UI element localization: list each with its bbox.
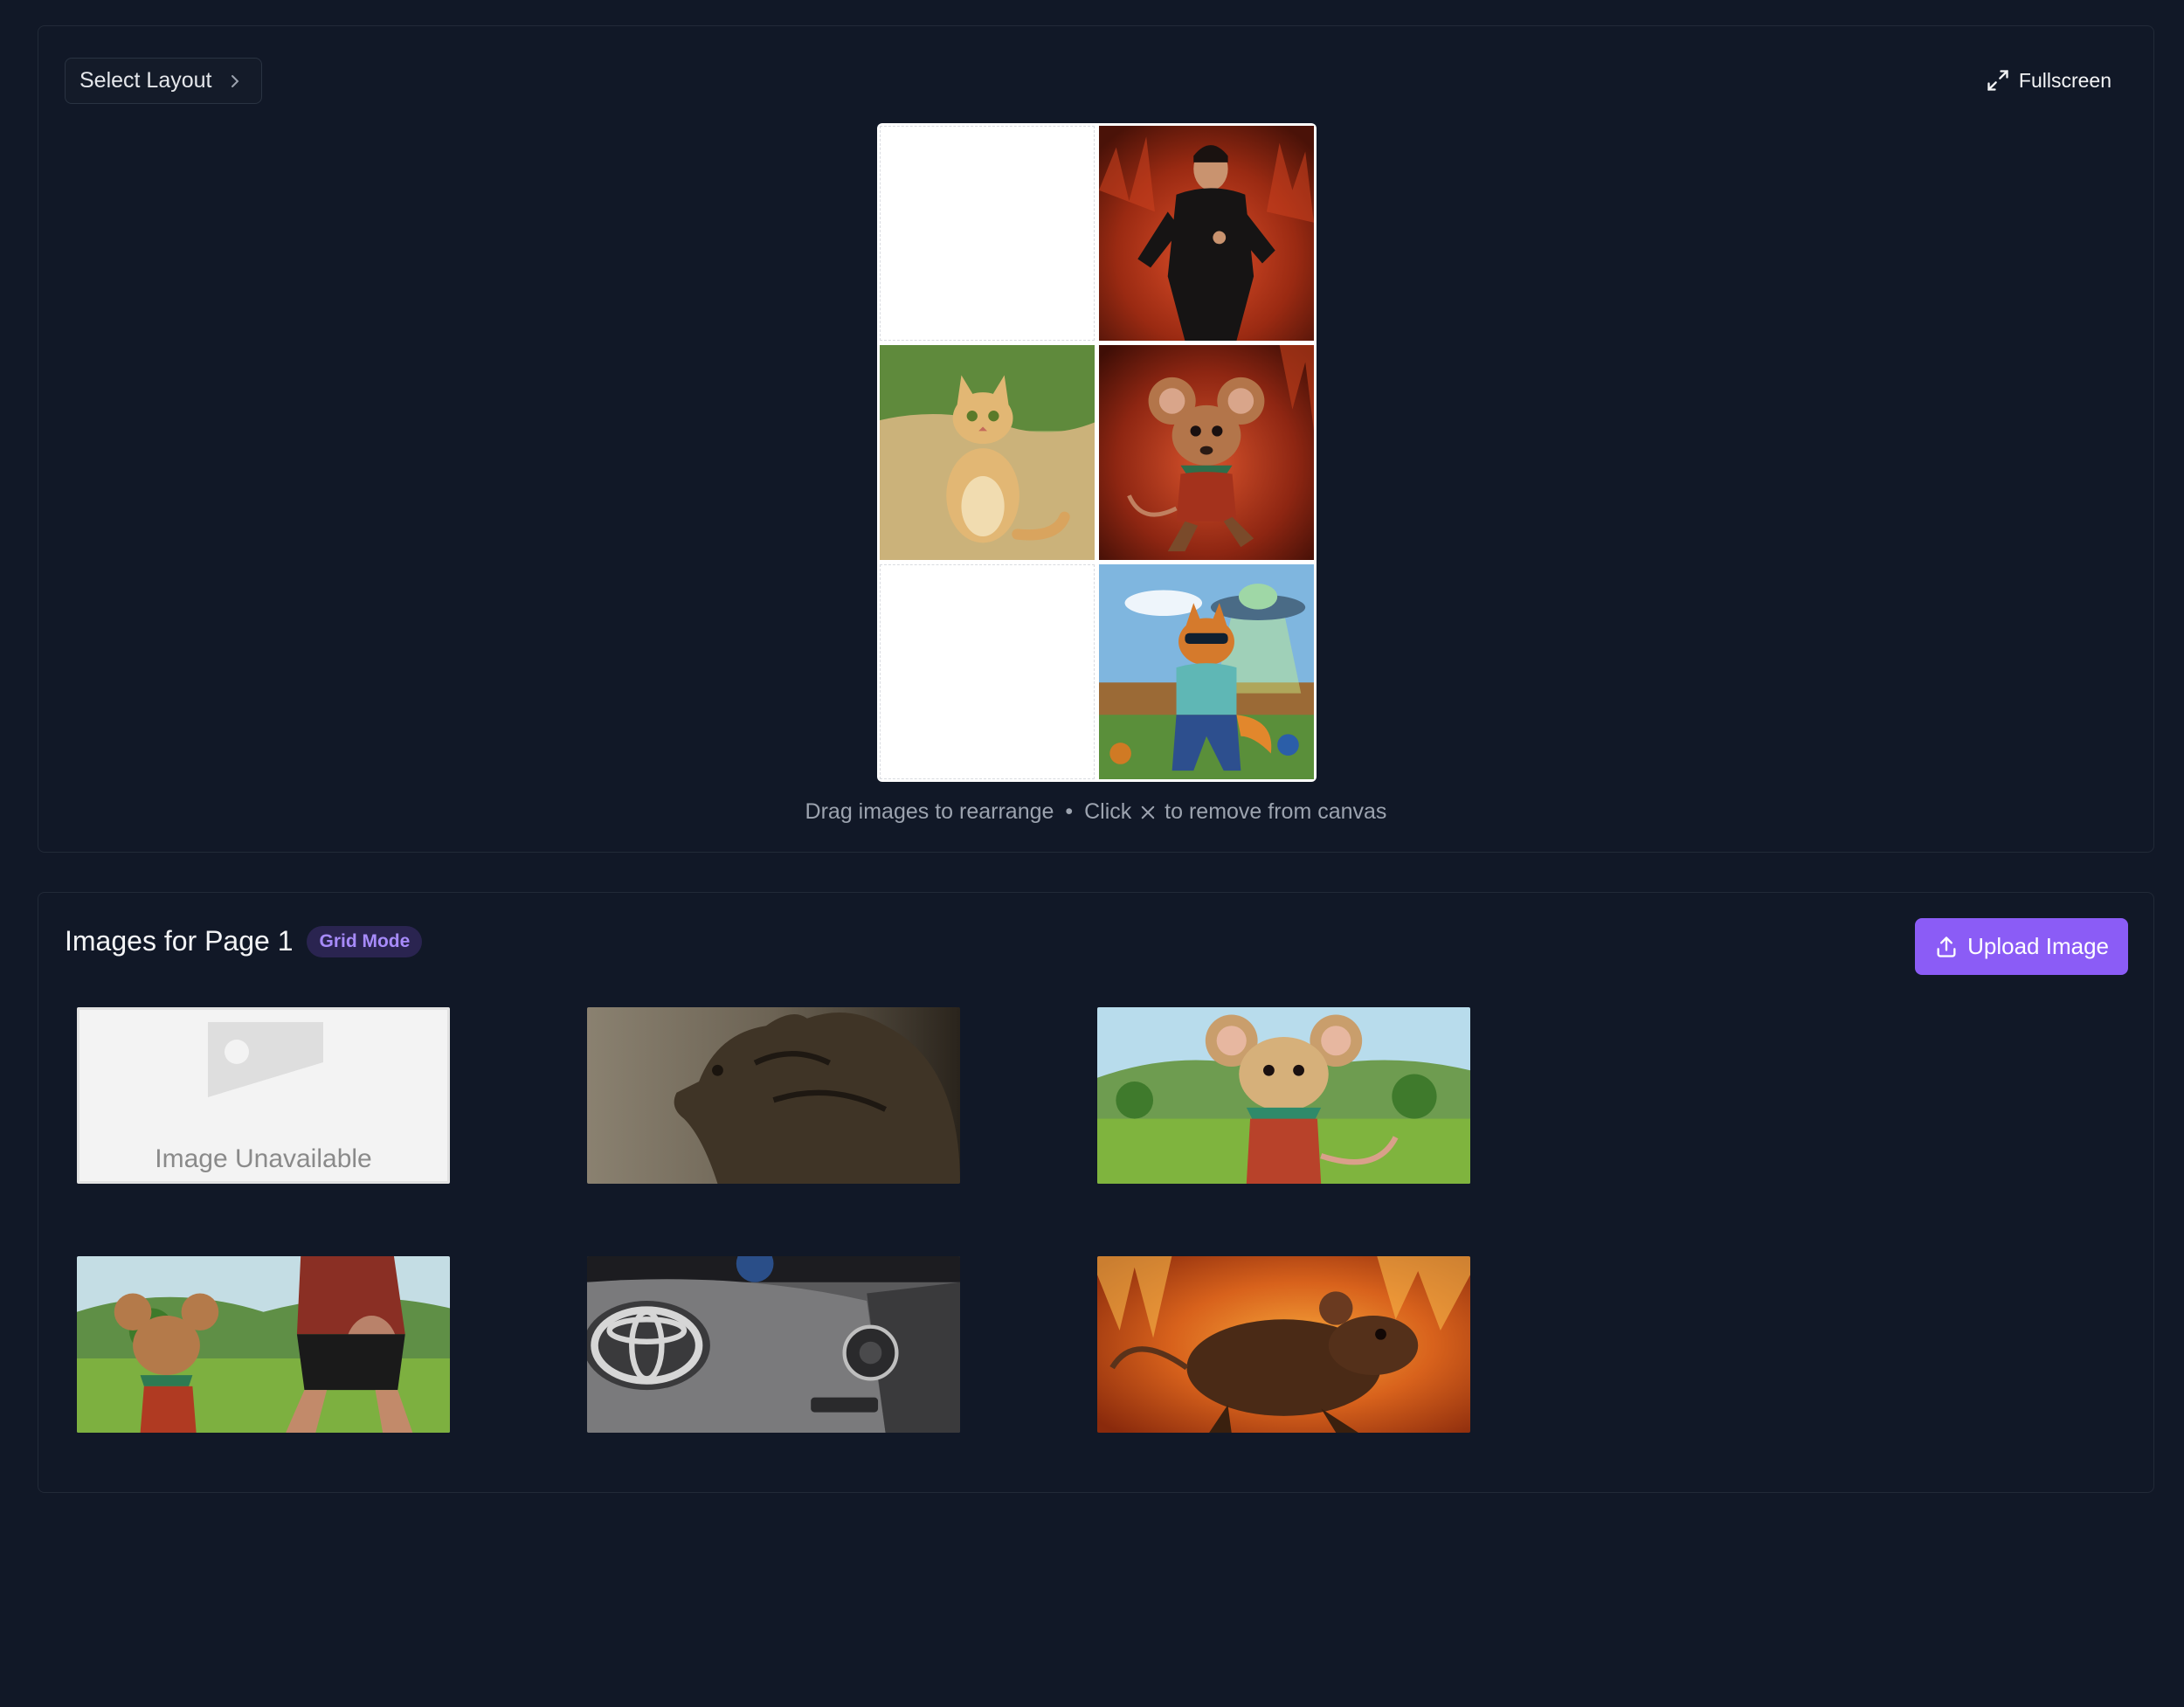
chevron-right-icon [231,74,238,87]
layout-canvas [877,123,1317,782]
cartoon-cat-image [880,345,1095,560]
upload-image-label: Upload Image [1967,933,2109,959]
mouse-in-fire-image [1099,345,1314,560]
man-in-fire-image [1099,126,1314,341]
image-placeholder-icon [208,1022,323,1102]
thumbnail-rat-in-fire[interactable] [1097,1256,1470,1433]
thumbnail-cat-photo[interactable] [587,1007,960,1184]
images-panel-title: Images for Page 1 [65,925,294,957]
canvas-cell-cartoon-cat[interactable] [880,345,1095,560]
thumbnail-mouse-and-runner[interactable] [77,1256,450,1433]
thumbnail-mouse-meadow[interactable] [1097,1007,1470,1184]
layout-editor-panel: Select Layout Fullscreen Drag images to … [38,25,2154,853]
upload-icon [1937,936,1956,957]
canvas-cell-mouse-in-fire[interactable] [1099,345,1314,560]
select-layout-label: Select Layout [79,68,212,93]
toyota-steering-wheel-image [587,1256,960,1433]
rat-in-fire-image [1097,1256,1470,1433]
close-x-icon [1141,805,1155,819]
cat-photo-image [587,1007,960,1184]
hint-text-drag: Drag images to rearrange [805,799,1054,824]
hint-text-remove: to remove from canvas [1165,799,1387,824]
images-header: Images for Page 1 Grid Mode [65,925,423,957]
expand-icon [1987,70,2008,91]
mouse-and-runner-image [77,1256,450,1433]
upload-image-button[interactable]: Upload Image [1915,918,2128,975]
select-layout-button[interactable]: Select Layout [65,58,262,104]
fullscreen-label: Fullscreen [2018,68,2111,92]
thumbnail-unavailable[interactable]: Image Unavailable [77,1007,450,1184]
image-unavailable-label: Image Unavailable [155,1144,372,1173]
hint-text-click: Click [1084,799,1132,824]
image-thumbnail-grid: Image Unavailable [77,1007,1470,1433]
canvas-cell-fox-with-ufo[interactable] [1099,564,1314,779]
canvas-cell-man-in-fire[interactable] [1099,126,1314,341]
fullscreen-button[interactable]: Fullscreen [1986,68,2111,93]
canvas-cell-empty[interactable] [880,126,1095,341]
grid-mode-badge: Grid Mode [307,925,423,957]
thumbnail-toyota-steering-wheel[interactable] [587,1256,960,1433]
fox-with-ufo-image [1099,564,1314,779]
canvas-hint: Drag images to rearrange • Click to remo… [38,799,2153,825]
hint-separator: • [1065,799,1074,824]
images-panel: Images for Page 1 Grid Mode Upload Image… [38,892,2154,1493]
mouse-meadow-image [1097,1007,1470,1184]
canvas-cell-empty[interactable] [880,564,1095,779]
